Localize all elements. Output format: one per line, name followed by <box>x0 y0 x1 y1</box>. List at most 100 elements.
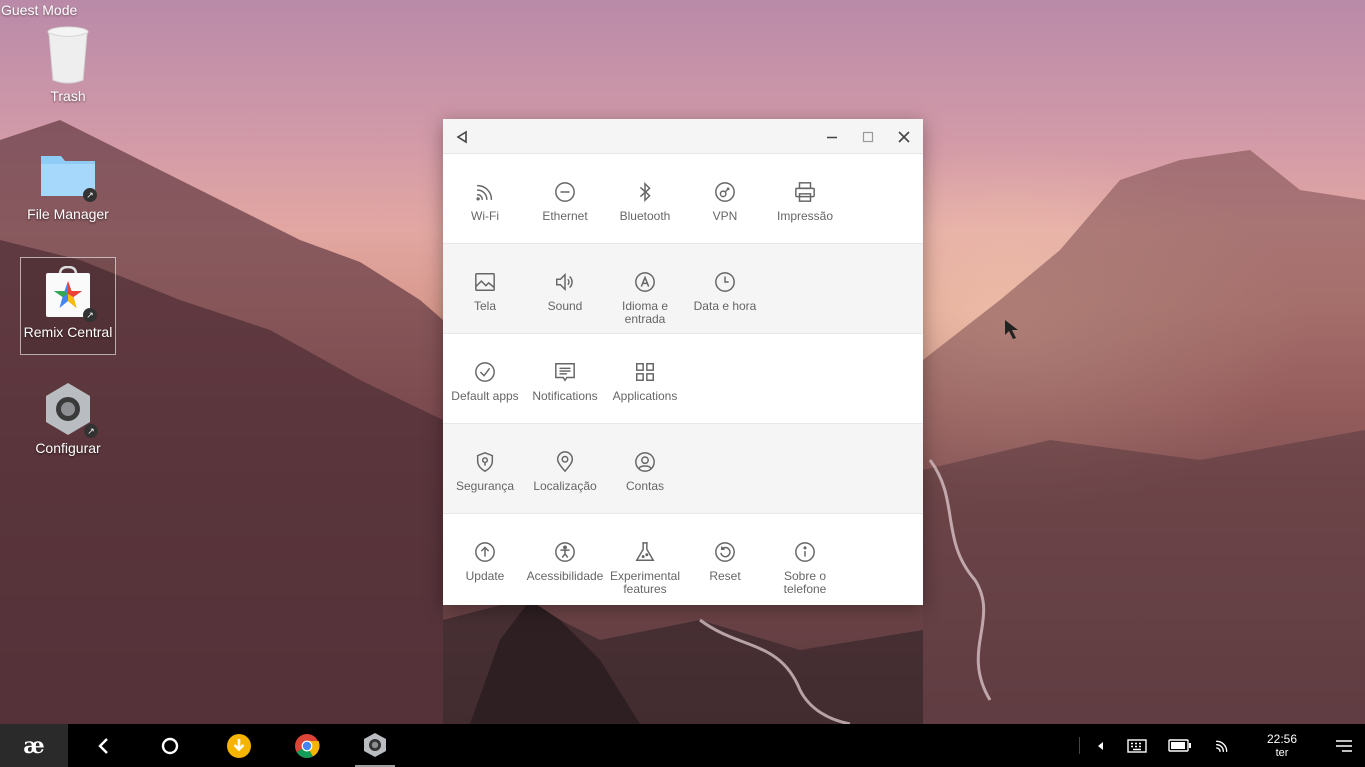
start-button[interactable]: æ <box>0 724 68 767</box>
shield-icon <box>476 452 494 472</box>
setting-data-hora[interactable]: Data e hora <box>685 244 765 333</box>
setting-ethernet[interactable]: Ethernet <box>525 154 605 243</box>
flask-icon <box>635 542 655 561</box>
setting-applications[interactable]: Applications <box>605 334 685 423</box>
tray-expand-button[interactable] <box>1092 724 1108 767</box>
setting-label: VPN <box>712 209 738 223</box>
ethernet-icon <box>555 182 575 202</box>
desktop-icon-label: Configurar <box>35 440 101 456</box>
setting-label: Experimental features <box>609 569 681 596</box>
setting-tela[interactable]: Tela <box>445 244 525 333</box>
accessibility-icon <box>555 542 575 562</box>
settings-section-device: Tela Sound Idioma e entrada Data e hora <box>443 244 923 334</box>
keyboard-tray-button[interactable] <box>1125 724 1149 767</box>
shortcut-arrow-icon: ↗ <box>83 188 97 202</box>
settings-section-network: Wi-Fi Ethernet Bluetooth VPN Impressão <box>443 154 923 244</box>
setting-label: Sound <box>547 299 583 313</box>
folder-icon: ↗ <box>20 148 116 202</box>
settings-section-apps: Default apps Notifications Applications <box>443 334 923 424</box>
desktop-icon-label: Trash <box>50 88 86 104</box>
desktop-icon-file-manager[interactable]: ↗ File Manager <box>20 148 116 222</box>
trash-icon <box>20 26 116 84</box>
settings-section-privacy: Segurança Localização Contas <box>443 424 923 514</box>
menu-lines-icon <box>1336 739 1352 752</box>
shortcut-arrow-icon: ↗ <box>84 424 98 438</box>
window-titlebar[interactable] <box>443 119 923 154</box>
setting-idioma[interactable]: Idioma e entrada <box>605 244 685 333</box>
apps-grid-icon <box>636 363 654 381</box>
minimize-button[interactable] <box>822 127 842 147</box>
notification-icon <box>555 363 575 382</box>
setting-update[interactable]: Update <box>445 514 525 604</box>
setting-impressao[interactable]: Impressão <box>765 154 845 243</box>
desktop-icon-trash[interactable]: Trash <box>20 26 116 104</box>
setting-label: Default apps <box>451 389 519 403</box>
setting-label: Update <box>465 569 505 583</box>
remix-central-icon: ↗ <box>21 265 115 322</box>
setting-label: Sobre o telefone <box>783 569 827 596</box>
setting-label: Applications <box>612 389 678 403</box>
setting-sound[interactable]: Sound <box>525 244 605 333</box>
setting-contas[interactable]: Contas <box>605 424 685 513</box>
chevron-left-icon <box>98 737 108 754</box>
display-icon <box>475 273 495 291</box>
setting-bluetooth[interactable]: Bluetooth <box>605 154 685 243</box>
setting-vpn[interactable]: VPN <box>685 154 765 243</box>
update-arrow-icon <box>475 542 495 562</box>
clock[interactable]: 22:56 ter <box>1258 732 1306 760</box>
home-button[interactable] <box>155 724 185 767</box>
setting-label: Segurança <box>455 479 515 493</box>
setting-label: Acessibilidade <box>526 569 604 583</box>
setting-reset[interactable]: Reset <box>685 514 765 604</box>
desktop-icon-label: Remix Central <box>23 324 113 340</box>
home-circle-icon <box>161 737 179 754</box>
clock-time: 22:56 <box>1266 732 1298 746</box>
wifi-icon <box>1216 740 1228 752</box>
account-icon <box>635 452 655 472</box>
setting-acessibilidade[interactable]: Acessibilidade <box>525 514 605 604</box>
taskbar-app-downloader[interactable] <box>224 724 254 767</box>
check-circle-icon <box>475 362 495 382</box>
setting-default-apps[interactable]: Default apps <box>445 334 525 423</box>
location-pin-icon <box>556 451 574 473</box>
bluetooth-icon <box>639 181 651 203</box>
desktop-icon-configurar[interactable]: ↗ Configurar <box>20 382 116 456</box>
back-arrow-icon[interactable] <box>452 127 472 147</box>
setting-label: Contas <box>625 479 665 493</box>
settings-window: Wi-Fi Ethernet Bluetooth VPN Impressão T… <box>443 119 923 605</box>
printer-icon <box>795 182 815 202</box>
shortcut-arrow-icon: ↗ <box>83 308 97 322</box>
battery-tray-button[interactable] <box>1166 724 1194 767</box>
setting-wifi[interactable]: Wi-Fi <box>445 154 525 243</box>
keyboard-icon <box>1127 738 1147 753</box>
setting-seguranca[interactable]: Segurança <box>445 424 525 513</box>
remix-logo-icon: æ <box>23 732 45 759</box>
desktop-icon-label: File Manager <box>27 206 109 222</box>
setting-notifications[interactable]: Notifications <box>525 334 605 423</box>
network-tray-button[interactable] <box>1210 724 1234 767</box>
taskbar: æ 22:56 ter <box>0 724 1365 767</box>
setting-label: Idioma e entrada <box>621 299 669 326</box>
info-icon <box>795 542 815 562</box>
setting-label: Impressão <box>776 209 834 223</box>
desktop-icon-remix-central[interactable]: ↗ Remix Central <box>20 257 116 355</box>
guest-mode-label: Guest Mode <box>1 2 78 18</box>
clock-icon <box>715 272 735 292</box>
reset-icon <box>715 542 735 562</box>
maximize-button[interactable] <box>858 127 878 147</box>
close-button[interactable] <box>894 127 914 147</box>
setting-experimental[interactable]: Experimental features <box>605 514 685 604</box>
language-icon <box>635 272 655 292</box>
setting-label: Reset <box>709 569 741 583</box>
chrome-icon <box>295 733 320 758</box>
taskbar-app-settings[interactable] <box>355 724 395 767</box>
setting-localizacao[interactable]: Localização <box>525 424 605 513</box>
download-app-icon <box>227 733 251 758</box>
clock-day: ter <box>1275 747 1289 759</box>
setting-sobre[interactable]: Sobre o telefone <box>765 514 845 604</box>
notification-center-button[interactable] <box>1332 724 1356 767</box>
battery-icon <box>1168 739 1191 752</box>
settings-gear-icon <box>364 732 386 757</box>
back-button[interactable] <box>88 724 118 767</box>
taskbar-app-chrome[interactable] <box>292 724 322 767</box>
